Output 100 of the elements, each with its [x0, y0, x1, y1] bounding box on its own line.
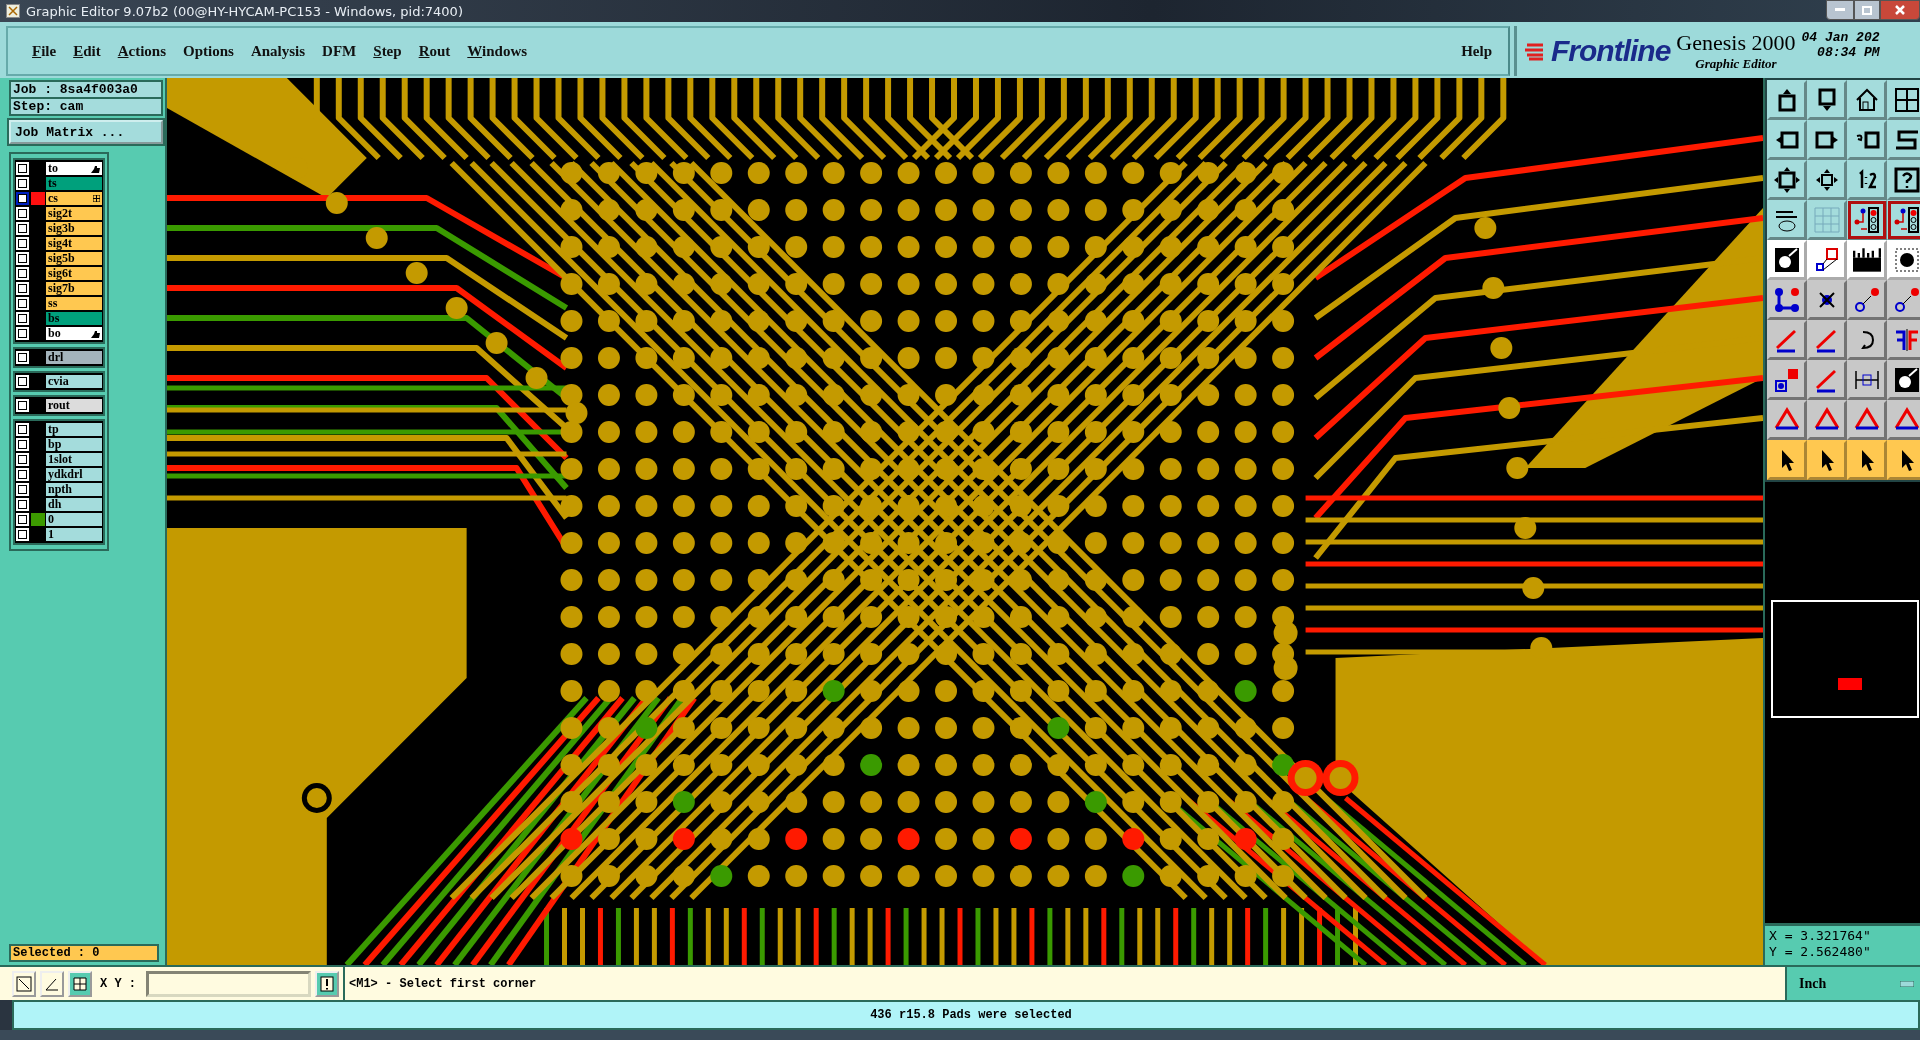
menu-item[interactable]: Rout: [418, 42, 451, 60]
tool-button[interactable]: [1847, 280, 1887, 320]
tool-button[interactable]: [1887, 280, 1920, 320]
tool-button[interactable]: [1767, 200, 1807, 240]
layer-name[interactable]: ts: [46, 177, 102, 190]
tool-button[interactable]: [1807, 280, 1847, 320]
fit-frame-icon: [1773, 166, 1801, 194]
tool-button[interactable]: [1847, 400, 1887, 440]
status-bar: 436 r15.8 Pads were selected: [12, 1000, 1920, 1030]
tool-button[interactable]: [1887, 320, 1920, 360]
layer-name[interactable]: 0: [46, 513, 102, 526]
menu-item[interactable]: Windows: [467, 42, 528, 60]
tool-button[interactable]: [1767, 440, 1807, 480]
layer-name[interactable]: to: [46, 162, 102, 175]
overview-map[interactable]: [1771, 600, 1919, 718]
tool-button[interactable]: [1807, 120, 1847, 160]
help-icon: [1893, 166, 1920, 194]
layer-name[interactable]: sig2t: [46, 207, 102, 220]
mirror-icon: [1893, 326, 1920, 354]
tool-button[interactable]: [1847, 160, 1887, 200]
layer-name[interactable]: sig7b: [46, 282, 102, 295]
tool-button[interactable]: [1767, 160, 1807, 200]
layer-name[interactable]: sig6t: [46, 267, 102, 280]
job-matrix-button[interactable]: Job Matrix ...: [9, 120, 163, 144]
y-coordinate: Y = 2.562480": [1769, 944, 1872, 960]
close-icon: [1895, 5, 1905, 15]
tool-button[interactable]: [1807, 160, 1847, 200]
tool-button[interactable]: [1887, 360, 1920, 400]
tool-button[interactable]: [1887, 440, 1920, 480]
units-dropdown[interactable]: Inch: [1785, 967, 1920, 1000]
angle-button[interactable]: [40, 970, 64, 997]
menu-item[interactable]: DFM: [322, 42, 357, 60]
tool-button[interactable]: [1807, 440, 1847, 480]
layer-name[interactable]: sig3b: [46, 222, 102, 235]
layer-name[interactable]: 1: [46, 528, 102, 541]
grid-window-icon: [1893, 86, 1920, 114]
menu-item[interactable]: Options: [183, 42, 234, 60]
menu-item[interactable]: Step: [373, 42, 402, 60]
tool-button[interactable]: [1767, 360, 1807, 400]
maximize-icon: [1862, 5, 1872, 15]
menu-item[interactable]: Edit: [73, 42, 101, 60]
window-title: Graphic Editor 9.07b2 (00@HY-HYCAM-PC153 - Windows, pid:7400): [26, 3, 463, 19]
grid-icon: [1813, 206, 1841, 234]
tool-button[interactable]: [1767, 280, 1807, 320]
tool-button[interactable]: [1847, 120, 1887, 160]
tool-button[interactable]: [1847, 440, 1887, 480]
tool-button[interactable]: [1767, 400, 1807, 440]
layer-name[interactable]: dh: [46, 498, 102, 511]
layer-name[interactable]: bo: [46, 327, 102, 340]
date-text: 04 Jan 202: [1801, 30, 1880, 45]
tool-button[interactable]: [1807, 320, 1847, 360]
selected-count: Selected : 0: [9, 944, 159, 962]
layer-name[interactable]: bs: [46, 312, 102, 325]
connect-icon: [1893, 286, 1920, 314]
tool-button[interactable]: [1807, 80, 1847, 120]
frame-icon: [1813, 246, 1841, 274]
layer-name[interactable]: cs: [46, 192, 102, 205]
tool-button[interactable]: [1847, 200, 1887, 240]
tool-button[interactable]: [1767, 80, 1807, 120]
layer-name[interactable]: cvia: [46, 375, 102, 388]
layer-name[interactable]: ydkdrl: [46, 468, 102, 481]
tool-button[interactable]: [1887, 80, 1920, 120]
xy-input-field[interactable]: [146, 970, 311, 997]
layer-name[interactable]: bp: [46, 438, 102, 451]
tool-button[interactable]: [1887, 160, 1920, 200]
tool-button[interactable]: [1887, 120, 1920, 160]
layer-name[interactable]: tp: [46, 423, 102, 436]
tool-button[interactable]: [1807, 400, 1847, 440]
nodes-icon: [1773, 286, 1801, 314]
menu-item[interactable]: File: [32, 42, 57, 60]
layer-name[interactable]: rout: [46, 399, 102, 412]
menu-item[interactable]: Help: [1461, 42, 1492, 60]
tool-button[interactable]: [1767, 120, 1807, 160]
tool-button[interactable]: [1847, 320, 1887, 360]
layer-name[interactable]: ss: [46, 297, 102, 310]
menu-item[interactable]: Actions: [117, 42, 167, 60]
grid-snap-button[interactable]: [68, 970, 92, 997]
tool-button[interactable]: [1887, 200, 1920, 240]
menu-item[interactable]: Analysis: [250, 42, 306, 60]
layer-checkbox[interactable]: [16, 192, 29, 205]
diagonal-arrow-icon: [16, 975, 32, 992]
layer-name[interactable]: drl: [46, 351, 102, 364]
diagonal-arrow-button[interactable]: [12, 970, 36, 997]
tool-button[interactable]: [1807, 360, 1847, 400]
tool-button[interactable]: [1847, 360, 1887, 400]
tool-button[interactable]: [1767, 320, 1807, 360]
xy-label: X Y :: [100, 976, 136, 991]
hand-icon: [91, 329, 100, 338]
view-rectangle: [1838, 678, 1862, 690]
layer-name[interactable]: sig4t: [46, 237, 102, 250]
minimize-button[interactable]: [1826, 0, 1854, 20]
exclamation-button[interactable]: [315, 970, 339, 997]
tool-button[interactable]: [1847, 80, 1887, 120]
layer-name[interactable]: npth: [46, 483, 102, 496]
tool-button[interactable]: [1887, 400, 1920, 440]
dropdown-indicator-icon: [1900, 980, 1914, 987]
maximize-button[interactable]: [1854, 0, 1880, 20]
layer-name[interactable]: 1slot: [46, 453, 102, 466]
close-button[interactable]: [1880, 0, 1920, 20]
layer-name[interactable]: sig5b: [46, 252, 102, 265]
